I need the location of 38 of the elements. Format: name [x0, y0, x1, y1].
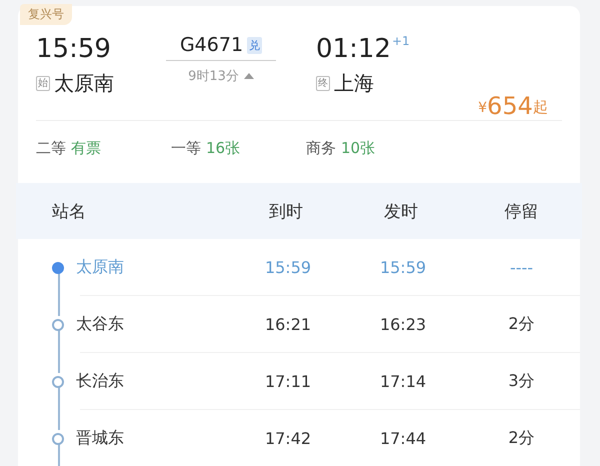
arrival-station: 上海 [334, 70, 374, 97]
arrive-time: 16:21 [264, 315, 312, 334]
seat-availability: 16张 [206, 139, 240, 159]
column-header: 站名 [51, 200, 87, 222]
arrive-time: 17:42 [264, 429, 312, 448]
station-name: 太谷东 [76, 314, 124, 335]
train-type-tag: 复兴号 [20, 4, 72, 25]
day-offset: +1 [392, 34, 410, 48]
seat-class: 一等 [171, 139, 201, 159]
depart-time: 16:23 [378, 315, 428, 334]
column-header: 到时 [268, 200, 304, 222]
depart-time: 17:14 [378, 372, 428, 391]
duration-toggle[interactable]: 9时13分 [188, 67, 254, 85]
station-name: 晋城东 [76, 428, 124, 449]
arrive-time: 15:59 [264, 258, 312, 277]
seat-class: 二等 [36, 139, 66, 159]
arrival-time: 01:12 [316, 34, 391, 64]
arrive-time: 17:11 [264, 372, 312, 391]
column-header: 发时 [383, 200, 419, 222]
station-name: 太原南 [76, 257, 124, 278]
column-header: 停留 [504, 200, 540, 222]
depart-time: 17:44 [378, 429, 428, 448]
train-badge: 兑 [247, 36, 262, 54]
departure-time: 15:59 [36, 34, 111, 64]
stop-duration: 3分 [507, 371, 536, 392]
price-label: ¥654起 [477, 91, 549, 120]
departure-marker: 始 [36, 76, 50, 91]
stop-duration: ---- [508, 258, 534, 277]
seat-availability: 有票 [71, 139, 101, 159]
seat-availability: 10张 [341, 139, 376, 159]
train-number: G4671 [180, 34, 244, 56]
stop-duration: 2分 [507, 314, 536, 335]
depart-time: 15:59 [378, 258, 428, 277]
arrival-marker: 终 [316, 76, 330, 91]
station-name: 长治东 [76, 371, 124, 392]
departure-station: 太原南 [54, 70, 114, 97]
stop-duration: 2分 [507, 428, 536, 449]
seat-class: 商务 [306, 139, 336, 159]
